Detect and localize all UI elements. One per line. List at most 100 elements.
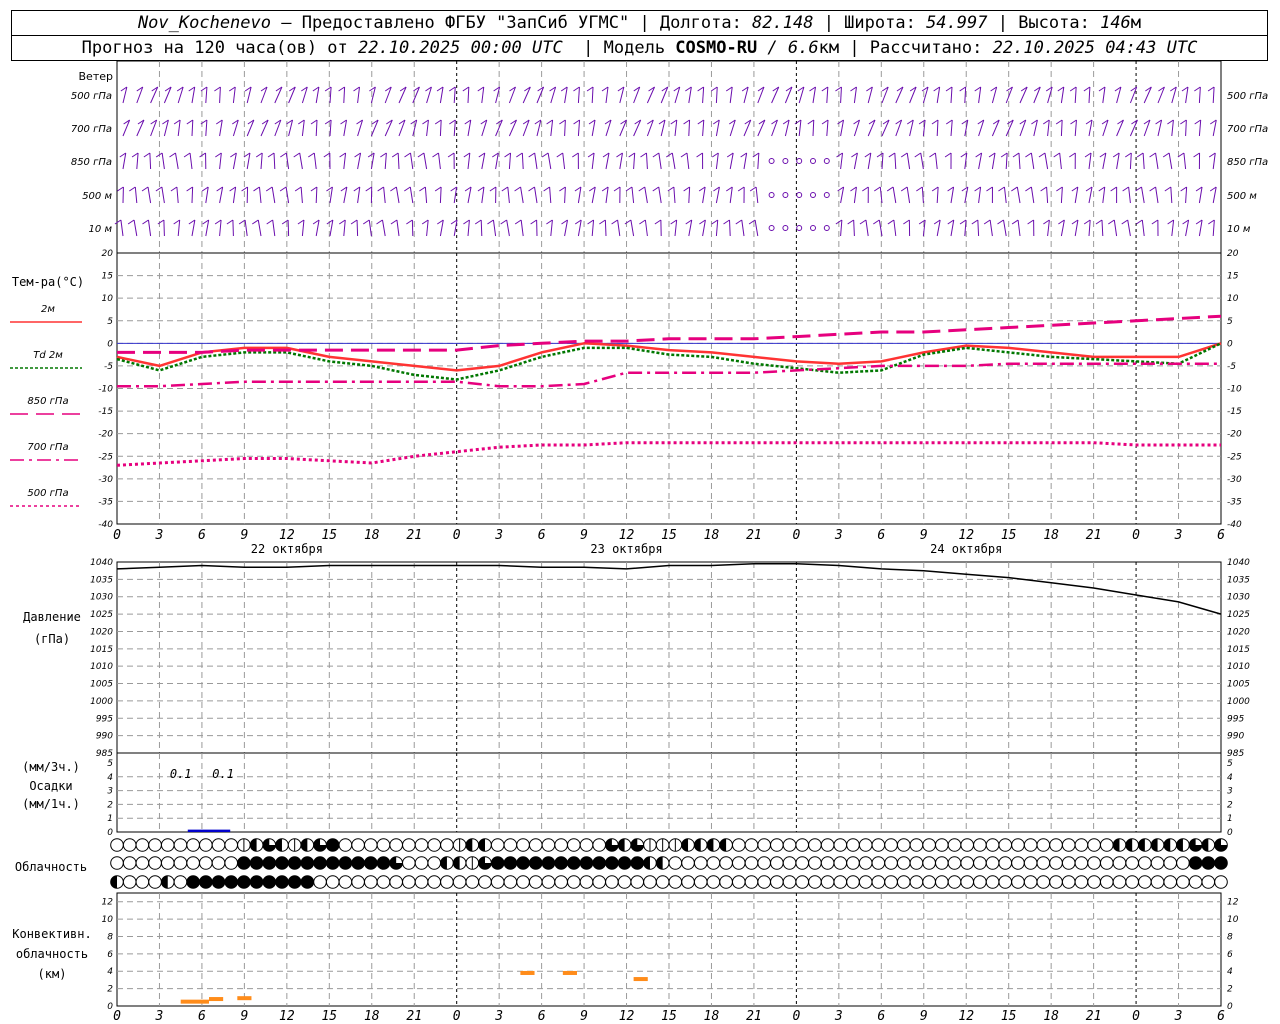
convective-title: Конвективн. — [12, 927, 91, 941]
wind-calm-mark — [796, 192, 803, 198]
cloud-symbol — [744, 875, 759, 889]
cloud-symbol — [427, 856, 442, 870]
cloud-symbol — [833, 875, 848, 889]
temperature-hour-label: 6 — [198, 528, 206, 543]
wind-barb — [514, 186, 524, 204]
cloud-symbol — [363, 838, 378, 852]
wind-barb — [404, 186, 414, 204]
cloud-symbol — [833, 838, 848, 852]
wind-barb — [406, 219, 414, 237]
wind-barb — [945, 86, 953, 104]
cloud-symbol — [1125, 875, 1139, 889]
convective-title-2: облачность — [16, 947, 88, 961]
temperature-hour-label: 18 — [364, 528, 380, 543]
wind-barb — [947, 186, 955, 204]
pressure-ytick-left: 1010 — [90, 662, 113, 672]
temperature-legend-label: Td 2м — [33, 350, 63, 361]
wind-barb — [356, 119, 364, 137]
temperature-ytick-left: -35 — [98, 497, 113, 507]
temperature-legend-label: 850 гПа — [27, 396, 68, 407]
cloud-symbol — [148, 875, 162, 889]
cloud-symbol-fill — [1151, 838, 1158, 852]
cloud-symbol-fill — [161, 875, 168, 889]
wind-barb — [611, 219, 621, 237]
convective-ytick-right: 2 — [1227, 985, 1233, 995]
temperature-ytick-right: -10 — [1227, 385, 1242, 395]
cloud-symbol — [1099, 856, 1114, 870]
convective-hour-label: 18 — [704, 1009, 720, 1024]
cloud-symbol — [1176, 875, 1190, 889]
convective-ytick-left: 4 — [107, 967, 113, 977]
temperature-hour-label: 12 — [958, 528, 974, 543]
temperature-hour-label: 21 — [406, 528, 422, 543]
cloud-symbol — [770, 875, 784, 889]
temperature-hour-label: 0 — [453, 528, 461, 543]
wind-barb — [931, 119, 939, 137]
wind-barb — [1207, 86, 1215, 104]
cloud-symbol-fill — [643, 856, 650, 870]
precip-ytick-left: 0 — [107, 828, 113, 838]
wind-barb — [260, 86, 268, 104]
cloud-symbol — [1074, 838, 1089, 852]
convective-ytick-right: 6 — [1227, 950, 1233, 960]
convective-hour-label: 9 — [580, 1009, 588, 1024]
wind-barb — [120, 86, 128, 104]
cloud-symbol — [579, 875, 594, 889]
wind-barb — [601, 186, 609, 204]
cloud-symbol-fill — [1125, 838, 1133, 852]
wind-barb — [119, 152, 127, 170]
wind-barb — [463, 152, 471, 170]
pressure-ytick-left: 985 — [96, 749, 113, 759]
cloud-symbol — [1049, 838, 1063, 852]
wind-barb — [876, 152, 884, 170]
cloud-symbol — [643, 875, 657, 889]
wind-barb — [670, 119, 678, 137]
wind-barb — [353, 86, 360, 104]
wind-calm-mark — [782, 225, 789, 231]
cloud-symbol — [313, 875, 327, 889]
wind-barb — [1043, 219, 1050, 237]
wind-barb — [991, 119, 1000, 137]
wind-level-right: 10 м — [1227, 224, 1251, 235]
wind-barb — [478, 152, 486, 170]
wind-barb — [807, 119, 815, 137]
wind-barb — [230, 152, 237, 170]
wind-barb — [573, 119, 581, 137]
wind-barb — [246, 119, 255, 137]
cloud-symbol — [770, 856, 784, 870]
wind-barb — [859, 219, 869, 237]
wind-barb — [1101, 119, 1109, 137]
wind-barb — [945, 119, 953, 137]
wind-calm-mark — [796, 225, 803, 231]
cloud-symbol — [579, 838, 594, 852]
wind-barb — [1071, 219, 1079, 237]
cloud-symbol — [262, 856, 277, 870]
wind-barb — [253, 186, 262, 204]
cloud-symbol — [490, 838, 505, 852]
wind-barb — [1177, 152, 1187, 170]
convective-ytick-right: 10 — [1227, 915, 1239, 925]
wind-barb — [1149, 186, 1159, 204]
wind-barb — [983, 219, 993, 237]
cloud-symbol — [287, 875, 302, 889]
cloud-symbol-fill — [1138, 838, 1145, 852]
cloud-symbol — [935, 875, 949, 889]
convective-hour-label: 18 — [1043, 1009, 1059, 1024]
wind-calm-mark — [768, 225, 775, 231]
cloud-symbol — [440, 875, 454, 889]
cloud-symbol — [414, 856, 429, 870]
cloud-symbol — [1138, 856, 1152, 870]
pressure-ytick-right: 985 — [1227, 749, 1244, 759]
wind-barb — [229, 186, 237, 204]
precip-ytick-right: 4 — [1227, 773, 1233, 783]
day-label: 24 октября — [930, 542, 1002, 556]
pressure-unit: (гПа) — [34, 632, 70, 646]
wind-barb — [162, 119, 169, 137]
wind-barb — [903, 219, 911, 237]
cloud-symbol — [1188, 875, 1203, 889]
cloud-symbol — [376, 838, 391, 852]
pressure-ytick-left: 1035 — [90, 575, 113, 585]
temperature-legend-label: 2м — [41, 304, 55, 315]
temperature-hour-label: 9 — [580, 528, 588, 543]
cloud-symbol — [325, 838, 340, 852]
